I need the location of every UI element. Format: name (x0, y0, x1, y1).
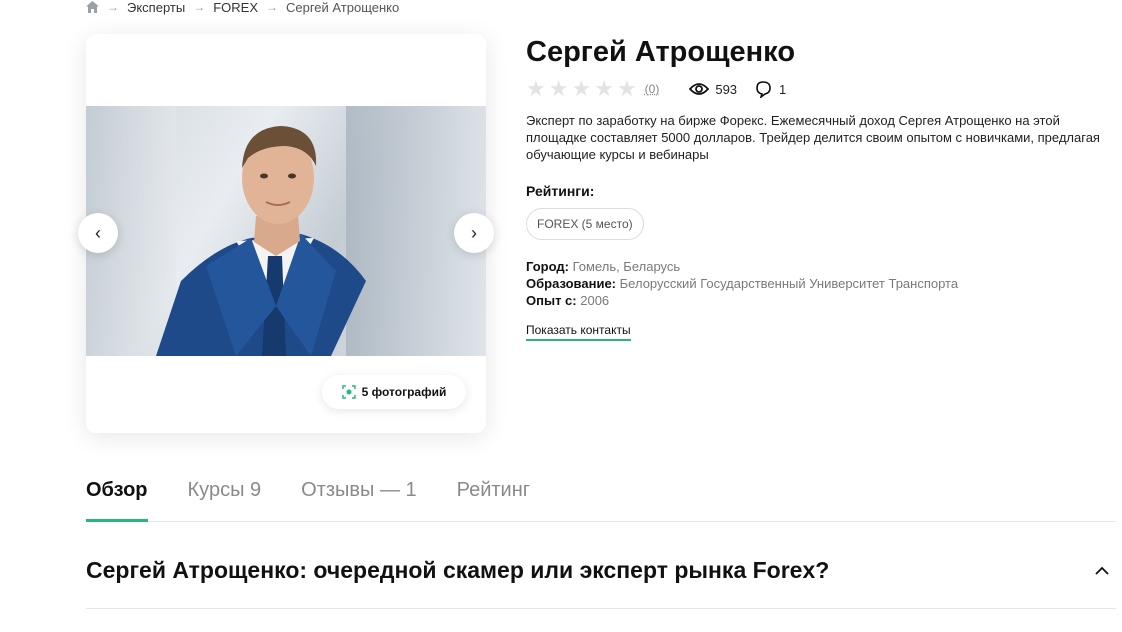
breadcrumb-arrow-icon: → (266, 0, 278, 14)
education-row: Образование: Белорусский Государственный… (526, 275, 1116, 292)
experience-label: Опыт с: (526, 293, 577, 308)
city-label: Город: (526, 259, 569, 274)
show-contacts-link[interactable]: Показать контакты (526, 323, 631, 341)
tab-reviews[interactable]: Отзывы — 1 (301, 476, 417, 522)
expert-meta: ★ ★ ★ ★ ★ (0) 593 1 (526, 78, 1116, 100)
experience-row: Опыт с: 2006 (526, 292, 1116, 309)
views-count: 593 (715, 81, 738, 97)
gallery-prev-button[interactable]: ‹ (78, 213, 118, 253)
comments-count: 1 (779, 81, 787, 97)
star-icon[interactable]: ★ (549, 78, 569, 100)
expert-details: Город: Гомель, Беларусь Образование: Бел… (526, 258, 1116, 309)
breadcrumb-current: Сергей Атрощенко (286, 0, 400, 15)
expert-description: Эксперт по заработку на бирже Форекс. Еж… (526, 113, 1100, 162)
photos-count-button[interactable]: 5 фотографий (322, 375, 466, 409)
star-icon[interactable]: ★ (571, 78, 591, 100)
rating-count-link[interactable]: (0) (645, 82, 660, 96)
home-icon[interactable] (86, 1, 99, 13)
photo-gallery-icon (341, 385, 356, 399)
tab-rating[interactable]: Рейтинг (457, 476, 530, 522)
chevron-left-icon: ‹ (95, 222, 101, 243)
overview-section-header[interactable]: Сергей Атрощенко: очередной скамер или э… (86, 555, 1116, 609)
city-row: Город: Гомель, Беларусь (526, 258, 1116, 275)
expert-info: Сергей Атрощенко ★ ★ ★ ★ ★ (0) 593 1 Экс… (526, 34, 1116, 341)
ratings-heading: Рейтинги: (526, 183, 595, 199)
tab-courses[interactable]: Курсы 9 (188, 476, 262, 522)
education-value: Белорусский Государственный Университет … (619, 276, 959, 291)
rating-chip-forex[interactable]: FOREX (5 место) (526, 208, 644, 240)
education-label: Образование: (526, 276, 617, 291)
photo-gallery: ‹ › 5 фотографий (78, 34, 494, 433)
comments-counter[interactable]: 1 (755, 80, 786, 98)
star-icon[interactable]: ★ (594, 78, 614, 100)
section-title: Сергей Атрощенко: очередной скамер или э… (86, 557, 830, 583)
eye-icon (689, 83, 710, 95)
breadcrumb-forex-link[interactable]: FOREX (213, 0, 258, 15)
rating-stars[interactable]: ★ ★ ★ ★ ★ (526, 78, 637, 100)
expert-photo[interactable] (86, 106, 486, 356)
star-icon[interactable]: ★ (617, 78, 637, 100)
experience-value: 2006 (580, 293, 610, 308)
expert-name: Сергей Атрощенко (526, 36, 796, 68)
city-value: Гомель, Беларусь (572, 259, 681, 274)
chevron-up-icon[interactable] (1092, 561, 1112, 581)
comment-icon (756, 81, 771, 98)
breadcrumb-arrow-icon: → (107, 0, 119, 14)
breadcrumb-arrow-icon: → (193, 0, 206, 14)
star-icon[interactable]: ★ (526, 78, 546, 100)
photos-count-label: 5 фотографий (361, 385, 447, 399)
chevron-right-icon: › (471, 222, 477, 243)
breadcrumb: → Эксперты → FOREX → Сергей Атрощенко (86, 0, 400, 15)
tab-overview[interactable]: Обзор (86, 476, 148, 522)
breadcrumb-experts-link[interactable]: Эксперты (127, 0, 185, 15)
views-counter: 593 (689, 82, 737, 97)
profile-tabs: Обзор Курсы 9 Отзывы — 1 Рейтинг (86, 476, 1116, 522)
gallery-next-button[interactable]: › (454, 213, 494, 253)
